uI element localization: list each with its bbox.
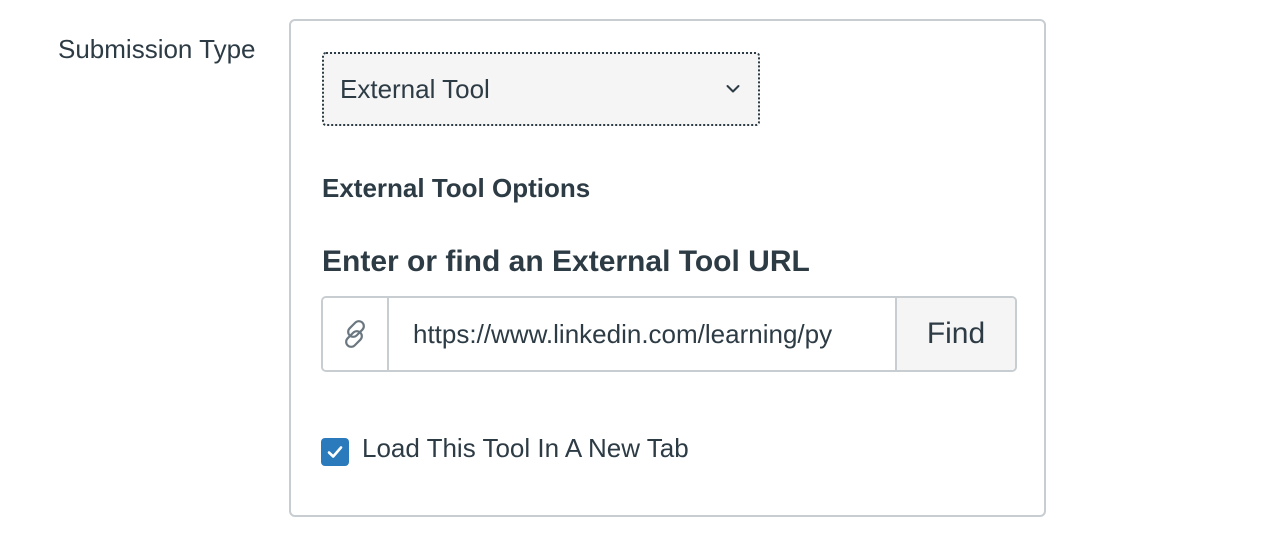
external-tool-options-heading: External Tool Options [322, 173, 591, 203]
chevron-down-icon [724, 80, 742, 98]
link-icon [323, 298, 389, 370]
checkmark-icon [327, 446, 343, 458]
find-button[interactable]: Find [895, 298, 1015, 370]
submission-type-selected-value: External Tool [340, 73, 490, 104]
load-in-new-tab-option[interactable]: Load This Tool In A New Tab [321, 430, 689, 466]
external-tool-url-group: Find [321, 296, 1017, 372]
submission-type-select[interactable]: External Tool [322, 52, 760, 126]
load-in-new-tab-checkbox[interactable] [321, 438, 349, 466]
external-tool-url-input[interactable] [389, 298, 895, 370]
external-tool-url-heading: Enter or find an External Tool URL [322, 245, 810, 278]
load-in-new-tab-label: Load This Tool In A New Tab [362, 433, 689, 463]
submission-type-label: Submission Type [58, 34, 256, 64]
